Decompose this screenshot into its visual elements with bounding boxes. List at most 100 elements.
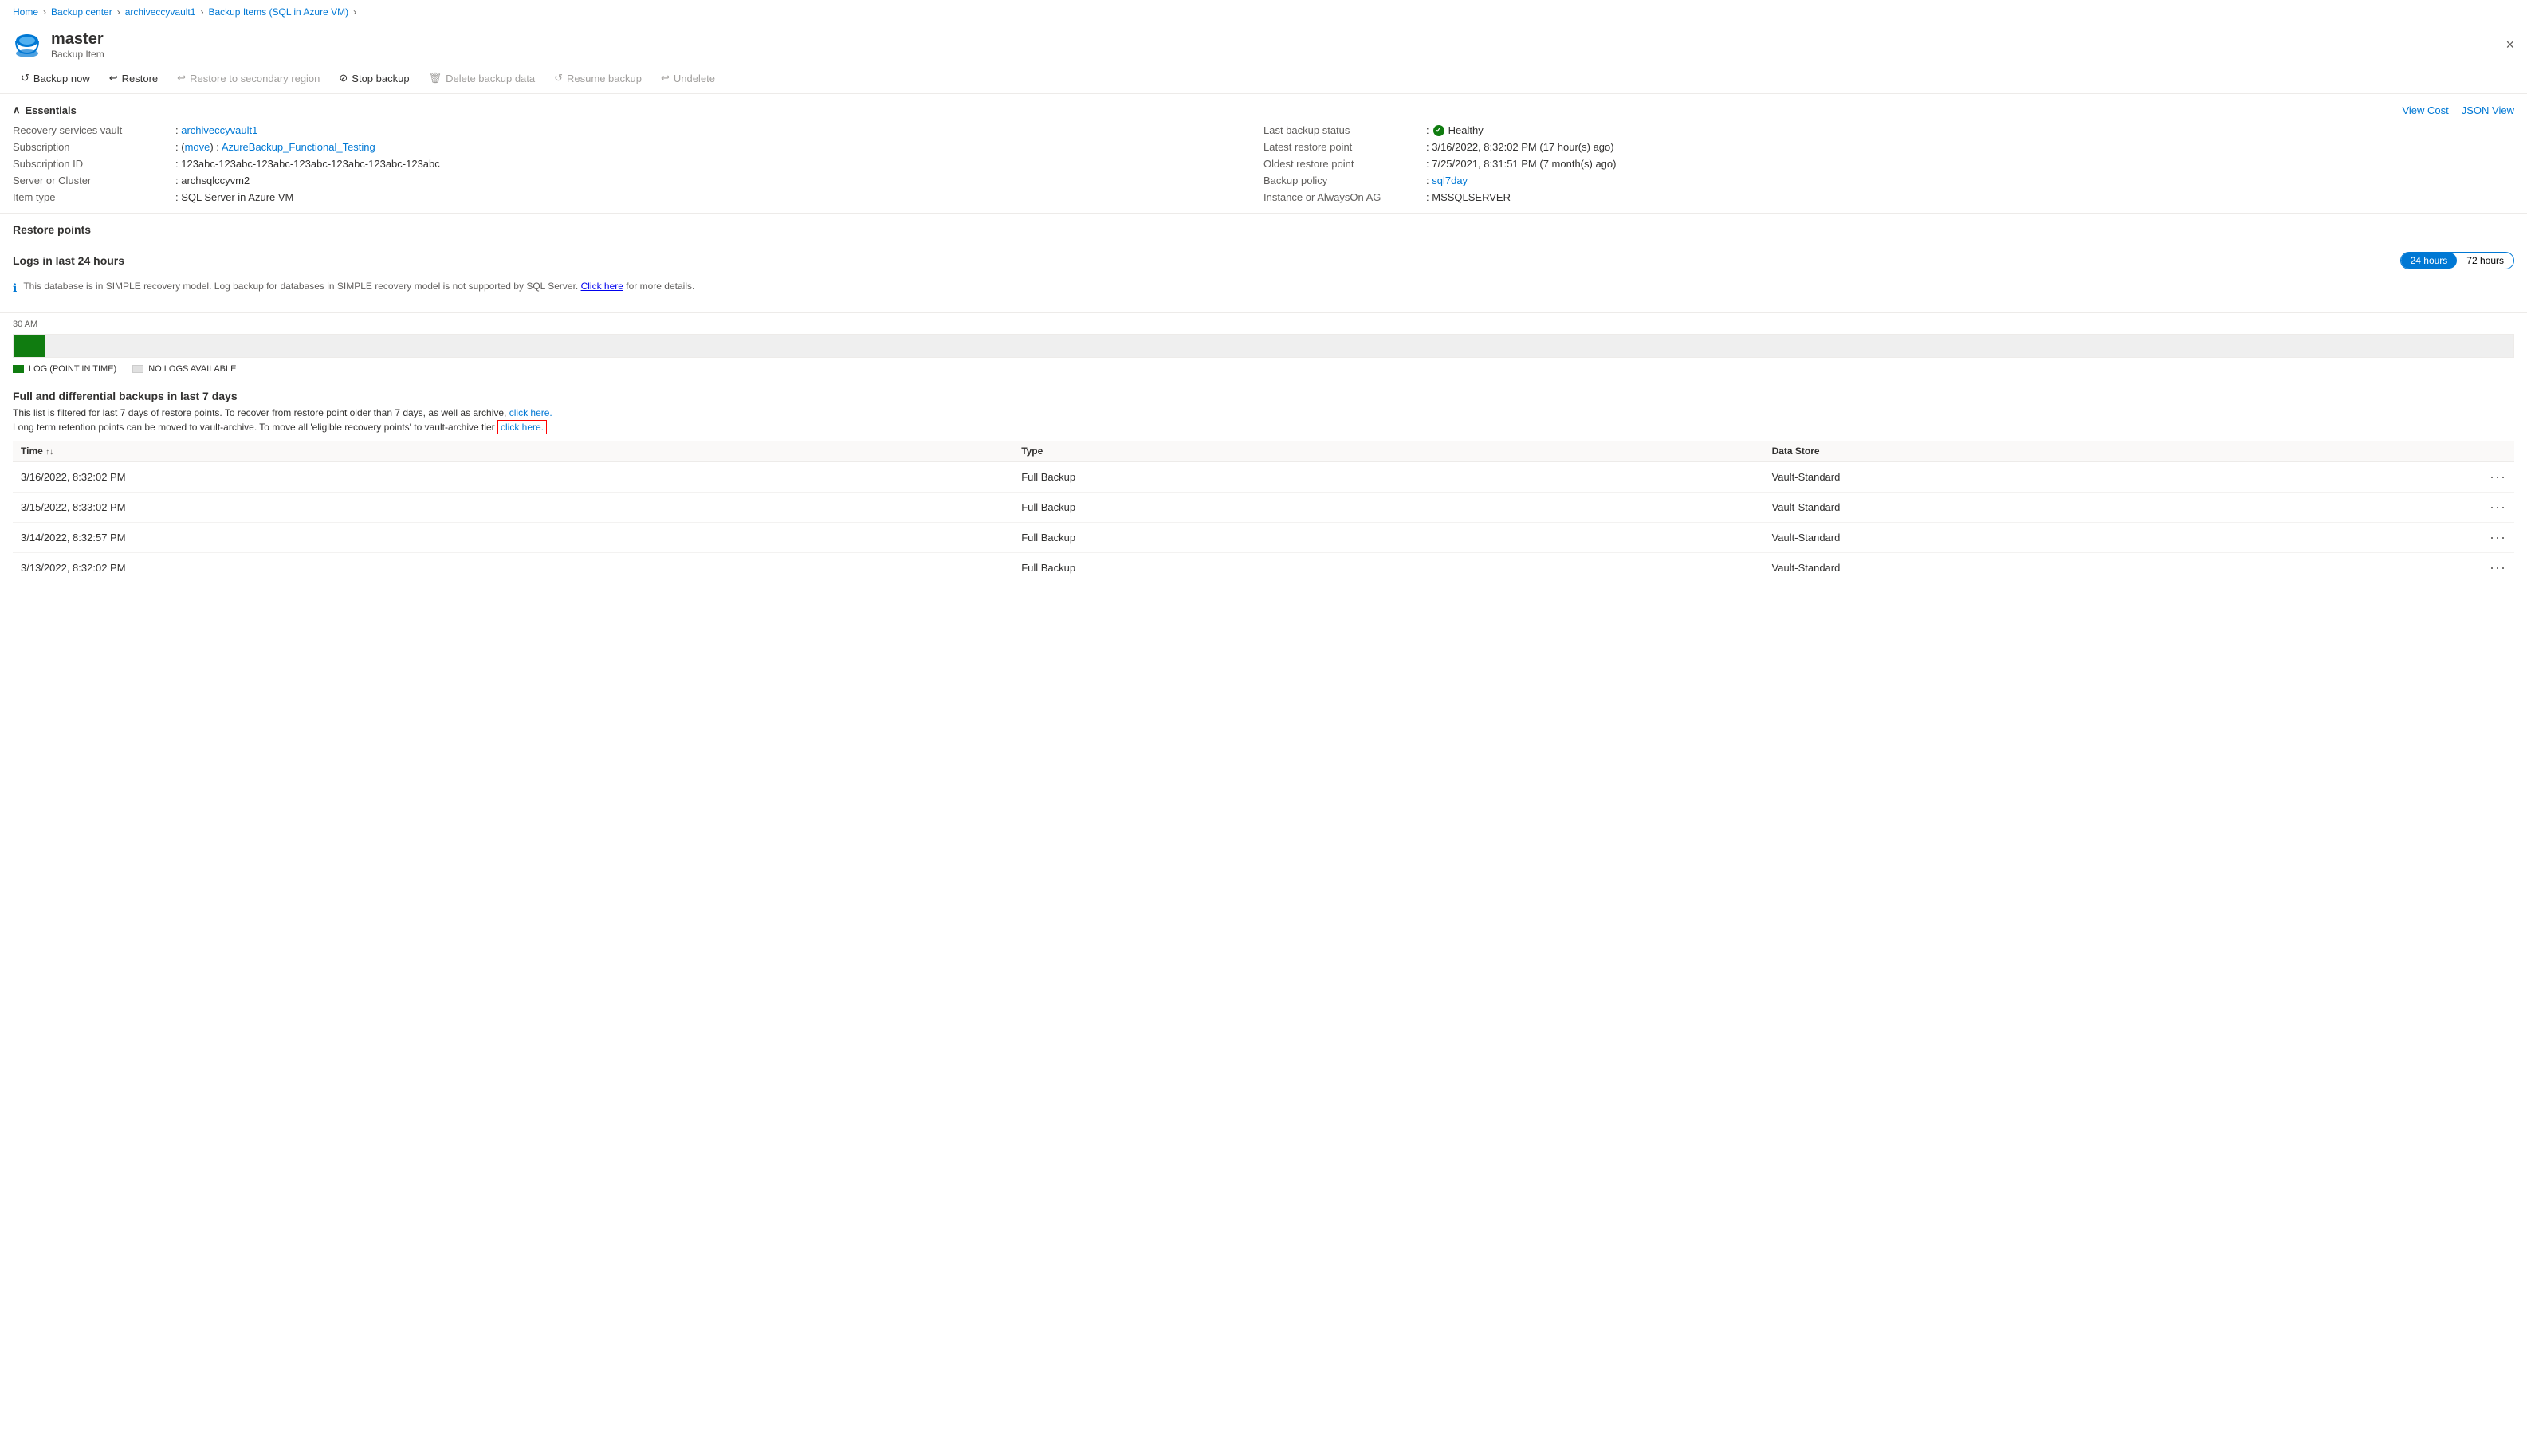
info-icon: ℹ	[13, 281, 17, 295]
undelete-icon: ↩	[661, 72, 670, 84]
table-row: 3/14/2022, 8:32:57 PM Full Backup Vault-…	[13, 523, 2514, 553]
subscription-value-link[interactable]: AzureBackup_Functional_Testing	[222, 141, 375, 153]
essentials-row-server: Server or Cluster : archsqlccyvm2	[13, 175, 1264, 186]
cell-time-3: 3/13/2022, 8:32:02 PM	[13, 553, 1013, 583]
undelete-button[interactable]: ↩ Undelete	[653, 68, 723, 88]
legend-log-pit-label: LOG (POINT IN TIME)	[29, 364, 116, 374]
cell-time-1: 3/15/2022, 8:33:02 PM	[13, 493, 1013, 523]
latest-restore-value: : 3/16/2022, 8:32:02 PM (17 hour(s) ago)	[1426, 141, 1614, 153]
essentials-left: Recovery services vault : archiveccyvaul…	[13, 124, 1264, 203]
restore-secondary-label: Restore to secondary region	[190, 73, 320, 84]
time-toggle: 24 hours 72 hours	[2400, 252, 2514, 269]
cell-time-2: 3/14/2022, 8:32:57 PM	[13, 523, 1013, 553]
essentials-row-sub-id: Subscription ID : 123abc-123abc-123abc-1…	[13, 158, 1264, 170]
time-24h-button[interactable]: 24 hours	[2401, 253, 2458, 269]
delete-backup-button[interactable]: 🗑 Delete backup data	[421, 68, 544, 88]
logs-section: Logs in last 24 hours 24 hours 72 hours …	[0, 252, 2527, 312]
cell-type-2: Full Backup	[1013, 523, 1763, 553]
row-more-button-2[interactable]: ···	[2490, 529, 2506, 546]
toolbar: ↺ Backup now ↩ Restore ↩ Restore to seco…	[0, 63, 2527, 94]
restore-points-title: Restore points	[13, 223, 2514, 236]
health-status-text: Healthy	[1448, 124, 1484, 136]
backup-now-button[interactable]: ↺ Backup now	[13, 68, 98, 88]
header-icon	[13, 31, 41, 60]
full-diff-title: Full and differential backups in last 7 …	[13, 390, 2514, 402]
legend-no-logs-label: NO LOGS AVAILABLE	[148, 364, 236, 374]
essentials-links: View Cost JSON View	[2402, 104, 2514, 116]
restore-secondary-button[interactable]: ↩ Restore to secondary region	[169, 68, 328, 88]
breadcrumb: Home › Backup center › archiveccyvault1 …	[0, 0, 2527, 24]
essentials-section: ∧ Essentials View Cost JSON View Recover…	[0, 94, 2527, 214]
delete-backup-icon: 🗑	[429, 72, 442, 84]
delete-backup-label: Delete backup data	[446, 73, 535, 84]
retention-link[interactable]: click here.	[497, 420, 547, 434]
table-header-row: Time ↑↓ Type Data Store	[13, 441, 2514, 462]
subscription-move-link[interactable]: move	[185, 141, 210, 153]
backup-status-label: Last backup status	[1264, 124, 1423, 136]
essentials-row-policy: Backup policy : sql7day	[1264, 175, 2514, 186]
cell-type-3: Full Backup	[1013, 553, 1763, 583]
cell-store-1: Vault-Standard	[1764, 493, 2390, 523]
info-text: This database is in SIMPLE recovery mode…	[23, 281, 578, 292]
timeline-gray-segment	[45, 335, 2513, 357]
breadcrumb-backup-center[interactable]: Backup center	[51, 6, 112, 18]
vault-label: Recovery services vault	[13, 124, 172, 136]
page-header: master Backup Item ×	[0, 24, 2527, 63]
backup-status-value: : Healthy	[1426, 124, 1484, 136]
view-cost-link[interactable]: View Cost	[2402, 104, 2448, 116]
policy-label: Backup policy	[1264, 175, 1423, 186]
col-actions-header	[2389, 441, 2514, 462]
essentials-grid: Recovery services vault : archiveccyvaul…	[13, 124, 2514, 203]
sort-icon-time: ↑↓	[45, 448, 53, 457]
server-label: Server or Cluster	[13, 175, 172, 186]
cell-actions-2: ···	[2389, 523, 2514, 553]
essentials-toggle[interactable]: ∧	[13, 104, 21, 116]
breadcrumb-home[interactable]: Home	[13, 6, 38, 18]
logs-title: Logs in last 24 hours	[13, 254, 124, 267]
close-button[interactable]: ×	[2505, 37, 2514, 53]
essentials-title-row: ∧ Essentials	[13, 104, 77, 116]
resume-backup-button[interactable]: ↺ Resume backup	[546, 68, 650, 88]
table-row: 3/16/2022, 8:32:02 PM Full Backup Vault-…	[13, 462, 2514, 493]
item-type-value: : SQL Server in Azure VM	[175, 191, 293, 203]
backup-now-icon: ↺	[21, 72, 29, 84]
filter-link[interactable]: click here.	[509, 407, 552, 418]
timeline-bar	[13, 334, 2514, 358]
cell-actions-1: ···	[2389, 493, 2514, 523]
page-subtitle: Backup Item	[51, 49, 104, 60]
essentials-right: Last backup status : Healthy Latest rest…	[1264, 124, 2514, 203]
info-suffix: for more details.	[626, 281, 694, 292]
server-value: : archsqlccyvm2	[175, 175, 250, 186]
row-more-button-1[interactable]: ···	[2490, 499, 2506, 516]
legend-green-color	[13, 365, 24, 373]
policy-link[interactable]: sql7day	[1432, 175, 1468, 186]
timeline-inner	[14, 335, 2513, 357]
sub-id-label: Subscription ID	[13, 158, 172, 170]
time-72h-button[interactable]: 72 hours	[2457, 253, 2513, 269]
json-view-link[interactable]: JSON View	[2462, 104, 2514, 116]
essentials-row-subscription: Subscription : (move) : AzureBackup_Func…	[13, 141, 1264, 153]
breadcrumb-vault[interactable]: archiveccyvault1	[125, 6, 196, 18]
essentials-row-backup-status: Last backup status : Healthy	[1264, 124, 2514, 136]
stop-backup-label: Stop backup	[352, 73, 409, 84]
backup-now-label: Backup now	[33, 73, 90, 84]
legend-log-pit: LOG (POINT IN TIME)	[13, 364, 116, 374]
retention-text: Long term retention points can be moved …	[13, 422, 2514, 433]
cell-store-3: Vault-Standard	[1764, 553, 2390, 583]
vault-link[interactable]: archiveccyvault1	[181, 124, 257, 136]
table-body: 3/16/2022, 8:32:02 PM Full Backup Vault-…	[13, 462, 2514, 583]
stop-backup-button[interactable]: ⊘ Stop backup	[331, 68, 417, 88]
instance-value: : MSSQLSERVER	[1426, 191, 1511, 203]
col-time-header[interactable]: Time ↑↓	[13, 441, 1013, 462]
col-store-header: Data Store	[1764, 441, 2390, 462]
info-link[interactable]: Click here	[581, 281, 623, 292]
resume-backup-icon: ↺	[554, 72, 563, 84]
row-more-button-0[interactable]: ···	[2490, 469, 2506, 485]
row-more-button-3[interactable]: ···	[2490, 559, 2506, 576]
essentials-row-latest-restore: Latest restore point : 3/16/2022, 8:32:0…	[1264, 141, 2514, 153]
restore-button[interactable]: ↩ Restore	[101, 68, 166, 88]
cell-store-2: Vault-Standard	[1764, 523, 2390, 553]
table-row: 3/15/2022, 8:33:02 PM Full Backup Vault-…	[13, 493, 2514, 523]
essentials-row-item-type: Item type : SQL Server in Azure VM	[13, 191, 1264, 203]
breadcrumb-backup-items[interactable]: Backup Items (SQL in Azure VM)	[208, 6, 348, 18]
